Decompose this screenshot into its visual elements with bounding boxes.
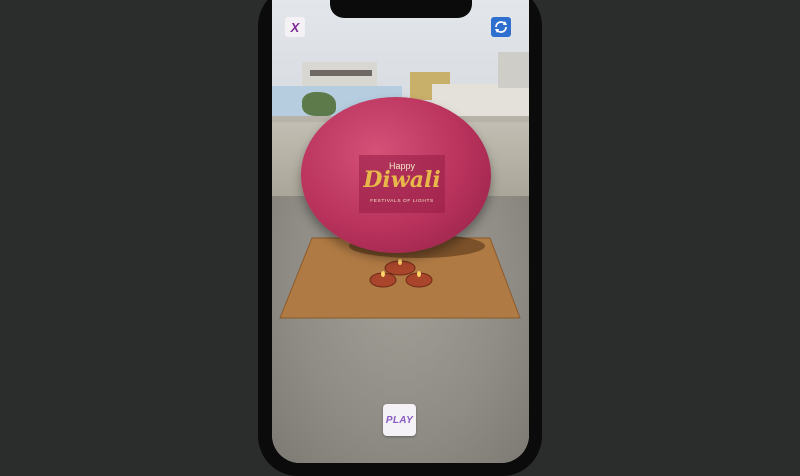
diya-flame [381,271,385,277]
play-button[interactable]: PLAY [383,404,416,436]
diwali-banner: Happy Diwali FESTIVALS OF LIGHTS [359,155,445,213]
play-button-label: PLAY [385,414,414,426]
close-icon: X [290,19,300,35]
close-button[interactable]: X [285,17,305,37]
diya-flame [417,271,421,277]
banner-title: Diwali [363,167,441,193]
phone-notch [330,0,472,18]
banner-subtitle: FESTIVALS OF LIGHTS [370,199,434,204]
diya-flame [398,259,402,265]
switch-camera-button[interactable] [491,17,511,37]
camera-switch-icon [495,21,507,33]
ar-camera-view[interactable]: Happy Diwali FESTIVALS OF LIGHTS X PLAY [272,0,529,463]
